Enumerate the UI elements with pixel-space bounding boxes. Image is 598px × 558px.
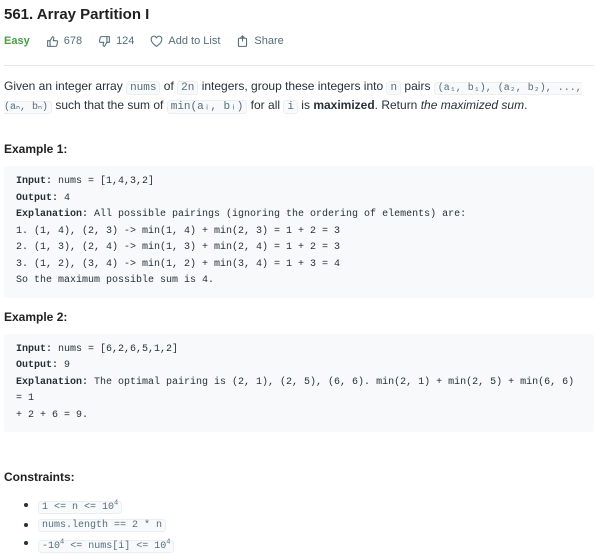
constraint-item: nums.length == 2 * n <box>24 516 594 534</box>
example-line-label: Input: <box>16 176 53 187</box>
desc-text: Given an integer array <box>4 79 127 93</box>
desc-text: integers, group these integers into <box>198 79 387 93</box>
example-line-label: Explanation: <box>16 376 89 388</box>
problem-description: Given an integer array nums of 2n intege… <box>4 78 594 116</box>
desc-text: is <box>297 98 314 112</box>
constraint-exponent: 4 <box>114 500 119 508</box>
code-2n: 2n <box>177 81 199 95</box>
example-line: Output: 9 <box>16 358 582 375</box>
constraint-code: 1 <= n <= 104 <box>38 500 123 515</box>
desc-text: . <box>524 98 528 112</box>
constraint-code: -104 <= nums[i] <= 104 <box>38 538 175 553</box>
example-line-label: Output: <box>16 192 59 204</box>
constraint-text: <= nums[i] <= 10 <box>64 540 167 552</box>
constraint-code: nums.length == 2 * n <box>38 519 167 533</box>
example-line-text: All possible pairings (ignoring the orde… <box>88 209 467 220</box>
example-line: 3. (1, 2), (3, 4) -> min(1, 2) + min(3, … <box>16 257 582 274</box>
example-line-text: The optimal pairing is (2, 1), (2, 5), (… <box>16 376 575 405</box>
code-i: i <box>283 100 298 114</box>
header-divider <box>4 65 594 66</box>
example-heading: Example 1: <box>4 142 68 156</box>
example-heading: Example 2: <box>4 309 68 324</box>
example-line-text: 9 <box>58 360 71 371</box>
constraint-text: -10 <box>42 540 61 552</box>
share-button[interactable]: Share <box>236 34 284 48</box>
example-code-block: Input: nums = [6,2,6,5,1,2] Output: 9 Ex… <box>4 333 594 432</box>
example-line-label: Explanation: <box>16 209 89 220</box>
example-line: + 2 + 6 = 9. <box>16 408 582 425</box>
desc-text: of <box>160 79 178 93</box>
desc-text: pairs <box>401 79 434 93</box>
example-line: 2. (1, 3), (2, 4) -> min(1, 3) + min(2, … <box>16 240 582 257</box>
example-line: Output: 4 <box>16 191 582 208</box>
example-2: Example 2: Input: nums = [6,2,6,5,1,2] O… <box>4 309 594 432</box>
emphasis-maximized: maximized <box>313 98 375 112</box>
difficulty-badge: Easy <box>4 35 30 47</box>
constraint-text: 1 <= n <= 10 <box>42 502 115 514</box>
example-line: So the maximum possible sum is 4. <box>16 273 582 290</box>
problem-panel: 561. Array Partition I Easy 678 124 Add … <box>0 5 598 555</box>
example-line: Explanation: The optimal pairing is (2, … <box>16 375 582 408</box>
example-code-block: Input: nums = [1,4,3,2] Output: 4 Explan… <box>4 166 594 298</box>
example-line-text: nums = [1,4,3,2] <box>52 176 155 187</box>
example-line-text: 1. (1, 4), (2, 3) -> min(1, 4) + min(2, … <box>16 225 341 237</box>
thumbs-up-icon <box>46 35 58 47</box>
constraints-section: Constraints: 1 <= n <= 104 nums.length =… <box>4 470 594 555</box>
constraint-exponent: 4 <box>166 538 171 547</box>
example-line: Input: nums = [1,4,3,2] <box>16 174 582 191</box>
code-nums: nums <box>126 81 161 95</box>
example-line-text: 2. (1, 3), (2, 4) -> min(1, 3) + min(2, … <box>16 242 341 253</box>
example-line-text: 3. (1, 2), (3, 4) -> min(1, 2) + min(3, … <box>16 258 341 270</box>
share-label: Share <box>254 35 284 47</box>
example-line-label: Output: <box>16 360 59 371</box>
add-to-list-label: Add to List <box>168 35 221 47</box>
constraints-heading: Constraints: <box>4 470 75 484</box>
example-line-text: nums = [6,2,6,5,1,2] <box>52 343 179 355</box>
emphasis-return: the maximized sum <box>420 98 525 112</box>
code-n: n <box>386 81 402 95</box>
add-to-list-button[interactable]: Add to List <box>150 35 220 48</box>
desc-text: for all <box>247 98 284 112</box>
constraints-list: 1 <= n <= 104 nums.length == 2 * n -104 … <box>4 496 594 555</box>
example-line: Explanation: All possible pairings (igno… <box>16 207 582 224</box>
thumbs-down-icon <box>98 35 110 47</box>
desc-text: . Return <box>374 98 421 112</box>
constraint-item: -104 <= nums[i] <= 104 <box>24 534 594 554</box>
example-line-text: + 2 + 6 = 9. <box>16 409 89 421</box>
like-button[interactable]: 678 <box>46 35 82 48</box>
share-icon <box>238 34 248 47</box>
constraint-item: 1 <= n <= 104 <box>24 496 594 516</box>
example-1: Example 1: Input: nums = [1,4,3,2] Outpu… <box>4 142 594 298</box>
example-line-text: So the maximum possible sum is 4. <box>16 275 215 286</box>
dislike-button[interactable]: 124 <box>98 35 134 48</box>
dislike-count: 124 <box>116 35 135 47</box>
example-line-text: 4 <box>58 192 71 204</box>
code-min: min(aᵢ, bᵢ) <box>166 100 248 114</box>
desc-text: such that the sum of <box>51 98 167 112</box>
like-count: 678 <box>63 35 83 47</box>
example-line-label: Input: <box>16 343 53 355</box>
heart-icon <box>151 35 163 47</box>
problem-meta-bar: Easy 678 124 Add to List Share <box>4 29 594 53</box>
example-line: 1. (1, 4), (2, 3) -> min(1, 4) + min(2, … <box>16 224 582 241</box>
problem-title: 561. Array Partition I <box>4 6 150 23</box>
example-line: Input: nums = [6,2,6,5,1,2] <box>16 342 582 359</box>
